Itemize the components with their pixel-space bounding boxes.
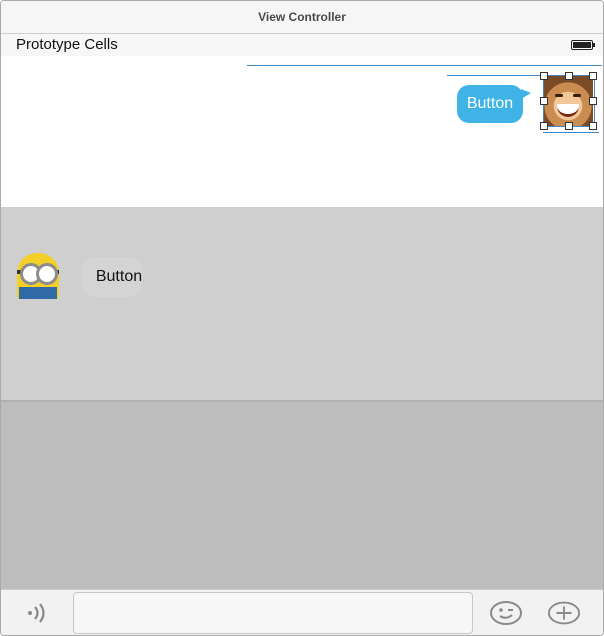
guide-line [247,65,602,66]
selection-outline [543,75,595,127]
window-title: View Controller [1,1,603,34]
minion-overall [19,287,57,299]
resize-handle[interactable] [540,97,548,105]
emoji-icon[interactable] [489,598,523,628]
outgoing-message-button[interactable]: Button [457,85,531,123]
input-toolbar [1,589,603,635]
window-title-text: View Controller [258,10,346,24]
incoming-message-button[interactable]: Button [81,257,143,297]
emoji-icon-glyph [490,601,522,625]
add-icon-glyph [547,601,581,625]
message-input[interactable] [73,592,473,634]
resize-handle[interactable] [540,122,548,130]
minion-goggle [36,263,58,285]
resize-handle[interactable] [589,122,597,130]
outgoing-message-cell[interactable]: Button [1,56,603,207]
resize-handle[interactable] [589,72,597,80]
guide-line [543,132,599,133]
guide-line [447,75,543,76]
incoming-avatar[interactable] [13,249,63,299]
status-bar: Prototype Cells [1,34,603,56]
battery-icon [571,40,595,50]
table-empty-area [1,400,603,591]
resize-handle[interactable] [565,72,573,80]
voice-icon[interactable] [21,598,55,628]
voice-icon-glyph [28,603,45,623]
section-title: Prototype Cells [16,36,118,53]
resize-handle[interactable] [540,72,548,80]
incoming-message-cell[interactable]: Button [1,207,603,400]
add-icon[interactable] [547,598,581,628]
resize-handle[interactable] [565,122,573,130]
resize-handle[interactable] [589,97,597,105]
storyboard-frame: View Controller Prototype Cells Button B… [0,0,604,636]
